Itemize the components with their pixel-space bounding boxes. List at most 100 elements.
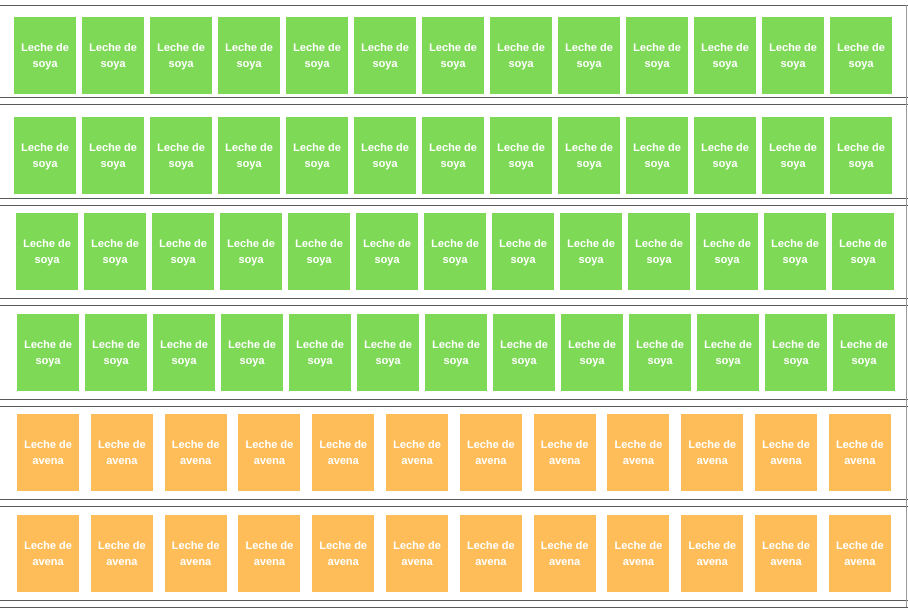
product-avena[interactable]: Leche de avena — [459, 414, 522, 491]
product-soya[interactable]: Leche de soya — [696, 213, 758, 290]
product-soya[interactable]: Leche de soya — [490, 117, 552, 194]
product-label: Leche de avena — [614, 438, 663, 467]
product-soya[interactable]: Leche de soya — [493, 314, 555, 391]
shelf-line — [0, 5, 908, 6]
product-soya[interactable]: Leche de soya — [558, 117, 620, 194]
product-soya[interactable]: Leche de soya — [561, 314, 623, 391]
product-soya[interactable]: Leche de soya — [422, 17, 484, 94]
product-soya[interactable]: Leche de soya — [697, 314, 759, 391]
product-soya[interactable]: Leche de soya — [628, 213, 690, 290]
product-soya[interactable]: Leche de soya — [422, 117, 484, 194]
product-label: Leche de soya — [89, 41, 137, 70]
shelf-line — [0, 399, 908, 400]
product-soya[interactable]: Leche de soya — [289, 314, 351, 391]
product-soya[interactable]: Leche de soya — [424, 213, 486, 290]
product-soya[interactable]: Leche de soya — [221, 314, 283, 391]
product-soya[interactable]: Leche de soya — [85, 314, 147, 391]
shelf-line — [0, 506, 908, 507]
product-soya[interactable]: Leche de soya — [694, 117, 756, 194]
product-avena[interactable]: Leche de avena — [533, 515, 596, 592]
product-soya[interactable]: Leche de soya — [490, 17, 552, 94]
product-avena[interactable]: Leche de avena — [386, 414, 448, 491]
product-soya[interactable]: Leche de soya — [16, 213, 78, 290]
product-soya[interactable]: Leche de soya — [218, 17, 280, 94]
product-soya[interactable]: Leche de soya — [84, 213, 146, 290]
product-soya[interactable]: Leche de soya — [425, 314, 487, 391]
product-label: Leche de soya — [567, 237, 615, 266]
product-avena[interactable]: Leche de avena — [17, 515, 79, 592]
product-soya[interactable]: Leche de soya — [764, 213, 826, 290]
product-avena[interactable]: Leche de avena — [755, 414, 817, 491]
product-soya[interactable]: Leche de soya — [82, 117, 144, 194]
product-avena[interactable]: Leche de avena — [17, 414, 79, 491]
product-soya[interactable]: Leche de soya — [833, 314, 895, 391]
product-soya[interactable]: Leche de soya — [694, 17, 756, 94]
product-label: Leche de soya — [840, 338, 888, 367]
product-soya[interactable]: Leche de soya — [153, 314, 215, 391]
product-avena[interactable]: Leche de avena — [681, 515, 744, 592]
product-soya[interactable]: Leche de soya — [152, 213, 214, 290]
product-soya[interactable]: Leche de soya — [220, 213, 282, 290]
product-label: Leche de soya — [568, 338, 616, 367]
product-soya[interactable]: Leche de soya — [17, 314, 79, 391]
product-soya[interactable]: Leche de soya — [150, 117, 212, 194]
product-soya[interactable]: Leche de soya — [560, 213, 622, 290]
shelf-row-4: Leche de soya Leche de soya Leche de soya L… — [0, 314, 908, 391]
product-soya[interactable]: Leche de soya — [832, 213, 894, 290]
product-label: Leche de soya — [769, 141, 817, 170]
product-avena[interactable]: Leche de avena — [90, 414, 153, 491]
product-soya[interactable]: Leche de soya — [357, 314, 419, 391]
product-soya[interactable]: Leche de soya — [830, 17, 892, 94]
product-soya[interactable]: Leche de soya — [286, 117, 348, 194]
product-avena[interactable]: Leche de avena — [607, 515, 670, 592]
product-label: Leche de avena — [762, 539, 810, 568]
product-label: Leche de soya — [361, 141, 409, 170]
product-label: Leche de soya — [500, 338, 548, 367]
product-label: Leche de soya — [92, 338, 140, 367]
product-avena[interactable]: Leche de avena — [386, 515, 448, 592]
product-label: Leche de avena — [540, 539, 589, 568]
product-soya[interactable]: Leche de soya — [82, 17, 144, 94]
product-avena[interactable]: Leche de avena — [238, 515, 301, 592]
product-soya[interactable]: Leche de soya — [830, 117, 892, 194]
product-avena[interactable]: Leche de avena — [312, 515, 375, 592]
product-avena[interactable]: Leche de avena — [681, 414, 744, 491]
product-avena[interactable]: Leche de avena — [459, 515, 522, 592]
product-avena[interactable]: Leche de avena — [533, 414, 596, 491]
product-label: Leche de avena — [393, 438, 441, 467]
product-avena[interactable]: Leche de avena — [238, 414, 301, 491]
product-label: Leche de soya — [364, 338, 412, 367]
product-soya[interactable]: Leche de soya — [626, 17, 688, 94]
product-avena[interactable]: Leche de avena — [828, 515, 891, 592]
product-avena[interactable]: Leche de avena — [312, 414, 375, 491]
product-label: Leche de avena — [245, 539, 294, 568]
shelf-line — [0, 406, 908, 407]
product-label: Leche de soya — [225, 141, 273, 170]
product-soya[interactable]: Leche de soya — [356, 213, 418, 290]
product-soya[interactable]: Leche de soya — [218, 117, 280, 194]
product-avena[interactable]: Leche de avena — [90, 515, 153, 592]
product-soya[interactable]: Leche de soya — [492, 213, 554, 290]
product-soya[interactable]: Leche de soya — [762, 117, 824, 194]
product-soya[interactable]: Leche de soya — [765, 314, 827, 391]
product-avena[interactable]: Leche de avena — [755, 515, 817, 592]
product-avena[interactable]: Leche de avena — [828, 414, 891, 491]
product-soya[interactable]: Leche de soya — [629, 314, 691, 391]
product-avena[interactable]: Leche de avena — [607, 414, 670, 491]
product-avena[interactable]: Leche de avena — [164, 515, 227, 592]
product-soya[interactable]: Leche de soya — [626, 117, 688, 194]
product-soya[interactable]: Leche de soya — [150, 17, 212, 94]
product-soya[interactable]: Leche de soya — [762, 17, 824, 94]
product-avena[interactable]: Leche de avena — [164, 414, 227, 491]
product-soya[interactable]: Leche de soya — [14, 17, 76, 94]
product-soya[interactable]: Leche de soya — [286, 17, 348, 94]
product-soya[interactable]: Leche de soya — [354, 17, 416, 94]
product-soya[interactable]: Leche de soya — [288, 213, 350, 290]
product-label: Leche de soya — [636, 338, 684, 367]
product-label: Leche de avena — [540, 438, 589, 467]
product-label: Leche de soya — [228, 338, 276, 367]
product-soya[interactable]: Leche de soya — [14, 117, 76, 194]
product-soya[interactable]: Leche de soya — [558, 17, 620, 94]
product-soya[interactable]: Leche de soya — [354, 117, 416, 194]
product-label: Leche de soya — [771, 237, 819, 266]
